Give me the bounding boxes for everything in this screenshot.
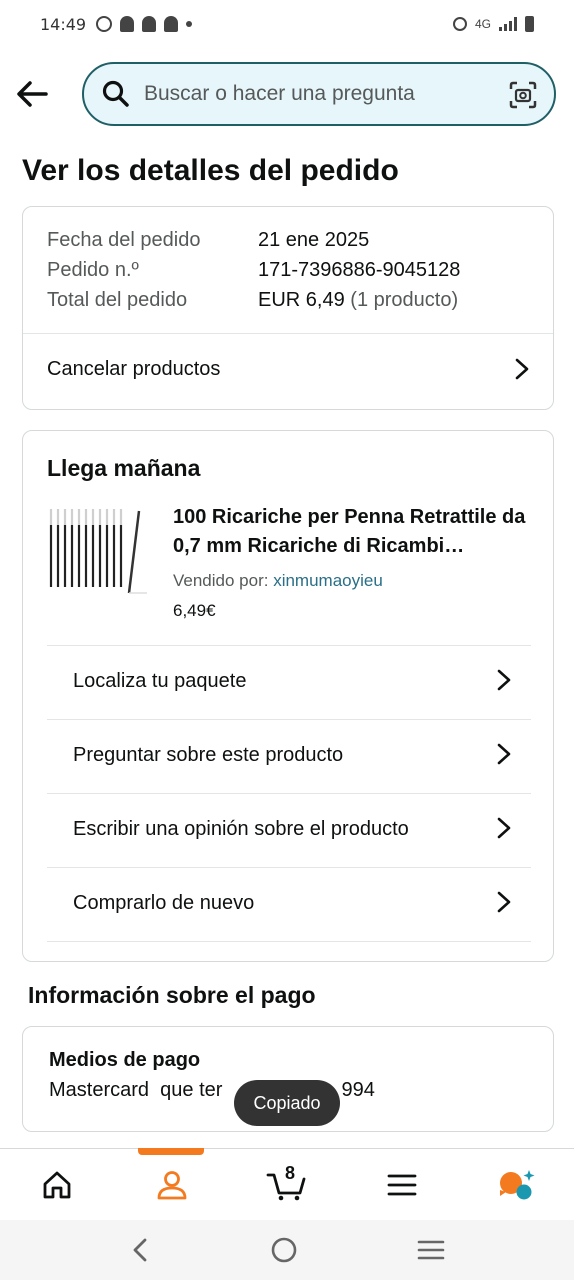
search-bar[interactable] — [82, 62, 556, 126]
shipment-card: Llega mañana 100 Ricariche per Penna Ret… — [22, 430, 554, 962]
order-summary-card: Fecha del pedido 21 ene 2025 Pedido n.º … — [22, 206, 554, 410]
product-title[interactable]: 100 Ricariche per Penna Retrattile da 0,… — [173, 503, 533, 561]
alarm-icon — [452, 17, 467, 31]
cancel-products-row[interactable]: Cancelar productos — [23, 334, 553, 404]
status-time: 14:49 — [40, 14, 87, 34]
nav-cart[interactable]: 8 — [230, 1149, 345, 1220]
track-package-row[interactable]: Localiza tu paquete — [47, 645, 531, 717]
notification-icons — [96, 16, 193, 32]
nav-active-indicator — [138, 1148, 204, 1155]
buy-again-label: Comprarlo de nuevo — [73, 891, 255, 914]
write-review-row[interactable]: Escribir una opinión sobre el producto — [47, 793, 531, 865]
ask-product-label: Preguntar sobre este producto — [73, 743, 344, 766]
order-total-amount: EUR 6,49 — [258, 289, 345, 311]
cart-count: 8 — [284, 1163, 295, 1183]
nav-home[interactable] — [0, 1149, 115, 1220]
nav-account[interactable] — [115, 1149, 230, 1220]
whatsapp-icon — [96, 16, 113, 32]
system-recents-icon[interactable] — [417, 1238, 445, 1262]
product-price: 6,49€ — [173, 601, 216, 620]
back-arrow-icon — [17, 81, 48, 107]
page-title: Ver los detalles del pedido — [22, 154, 399, 187]
system-home-icon[interactable] — [270, 1236, 298, 1264]
snapchat-icon — [164, 16, 179, 32]
back-button[interactable] — [0, 64, 64, 124]
rufus-assistant-icon — [499, 1169, 535, 1199]
nav-assistant[interactable] — [459, 1149, 574, 1220]
order-number-value: 171-7396886-9045128 — [258, 259, 461, 281]
seller-prefix: Vendido por: — [173, 571, 269, 590]
menu-icon — [387, 1174, 417, 1195]
delivery-status-title: Llega mañana — [47, 455, 201, 481]
chevron-right-icon — [497, 891, 511, 913]
search-icon — [102, 80, 129, 107]
home-icon — [43, 1171, 71, 1198]
track-package-label: Localiza tu paquete — [73, 669, 247, 692]
status-right: 4G — [452, 16, 534, 32]
more-notifications-icon — [186, 21, 193, 27]
snapchat-icon — [120, 16, 135, 32]
chevron-right-icon — [497, 817, 511, 839]
bottom-nav: 8 — [0, 1148, 574, 1220]
search-input[interactable] — [144, 82, 484, 106]
seller-info: Vendido por: xinmumaoyieu — [173, 571, 383, 591]
seller-link[interactable]: xinmumaoyieu — [273, 571, 383, 590]
product-image[interactable] — [47, 507, 151, 601]
chevron-right-icon — [497, 669, 511, 691]
divider — [47, 941, 531, 942]
nav-menu[interactable] — [344, 1149, 459, 1220]
cancel-products-label: Cancelar productos — [47, 357, 221, 380]
write-review-label: Escribir una opinión sobre el producto — [73, 817, 409, 840]
camera-scan-icon[interactable] — [508, 80, 538, 110]
ask-product-row[interactable]: Preguntar sobre este producto — [47, 719, 531, 791]
copied-toast: Copiado — [234, 1080, 340, 1126]
snapchat-icon — [142, 16, 157, 32]
search-header — [0, 56, 574, 132]
chevron-right-icon — [515, 358, 529, 380]
system-nav-bar — [0, 1220, 574, 1280]
payment-section-title: Información sobre el pago — [28, 982, 316, 1008]
order-total-value: EUR 6,49 (1 producto) — [258, 289, 458, 312]
account-icon — [157, 1170, 187, 1199]
order-item-count: (1 producto) — [350, 289, 459, 311]
order-date-value: 21 ene 2025 — [258, 229, 370, 251]
chevron-right-icon — [497, 743, 511, 765]
order-number-label: Pedido n.º — [47, 259, 139, 281]
system-back-icon[interactable] — [129, 1237, 151, 1263]
order-date-label: Fecha del pedido — [47, 229, 201, 251]
payment-card-last-digits: 994 — [341, 1079, 375, 1101]
buy-again-row[interactable]: Comprarlo de nuevo — [47, 867, 531, 939]
status-bar: 14:49 4G — [0, 0, 574, 48]
signal-icon — [499, 17, 517, 31]
order-total-label: Total del pedido — [47, 289, 188, 311]
network-type: 4G — [474, 17, 491, 31]
payment-method-text: Mastercard que ter — [49, 1079, 223, 1101]
payment-method-label: Medios de pago — [49, 1049, 201, 1071]
battery-icon — [525, 16, 534, 32]
